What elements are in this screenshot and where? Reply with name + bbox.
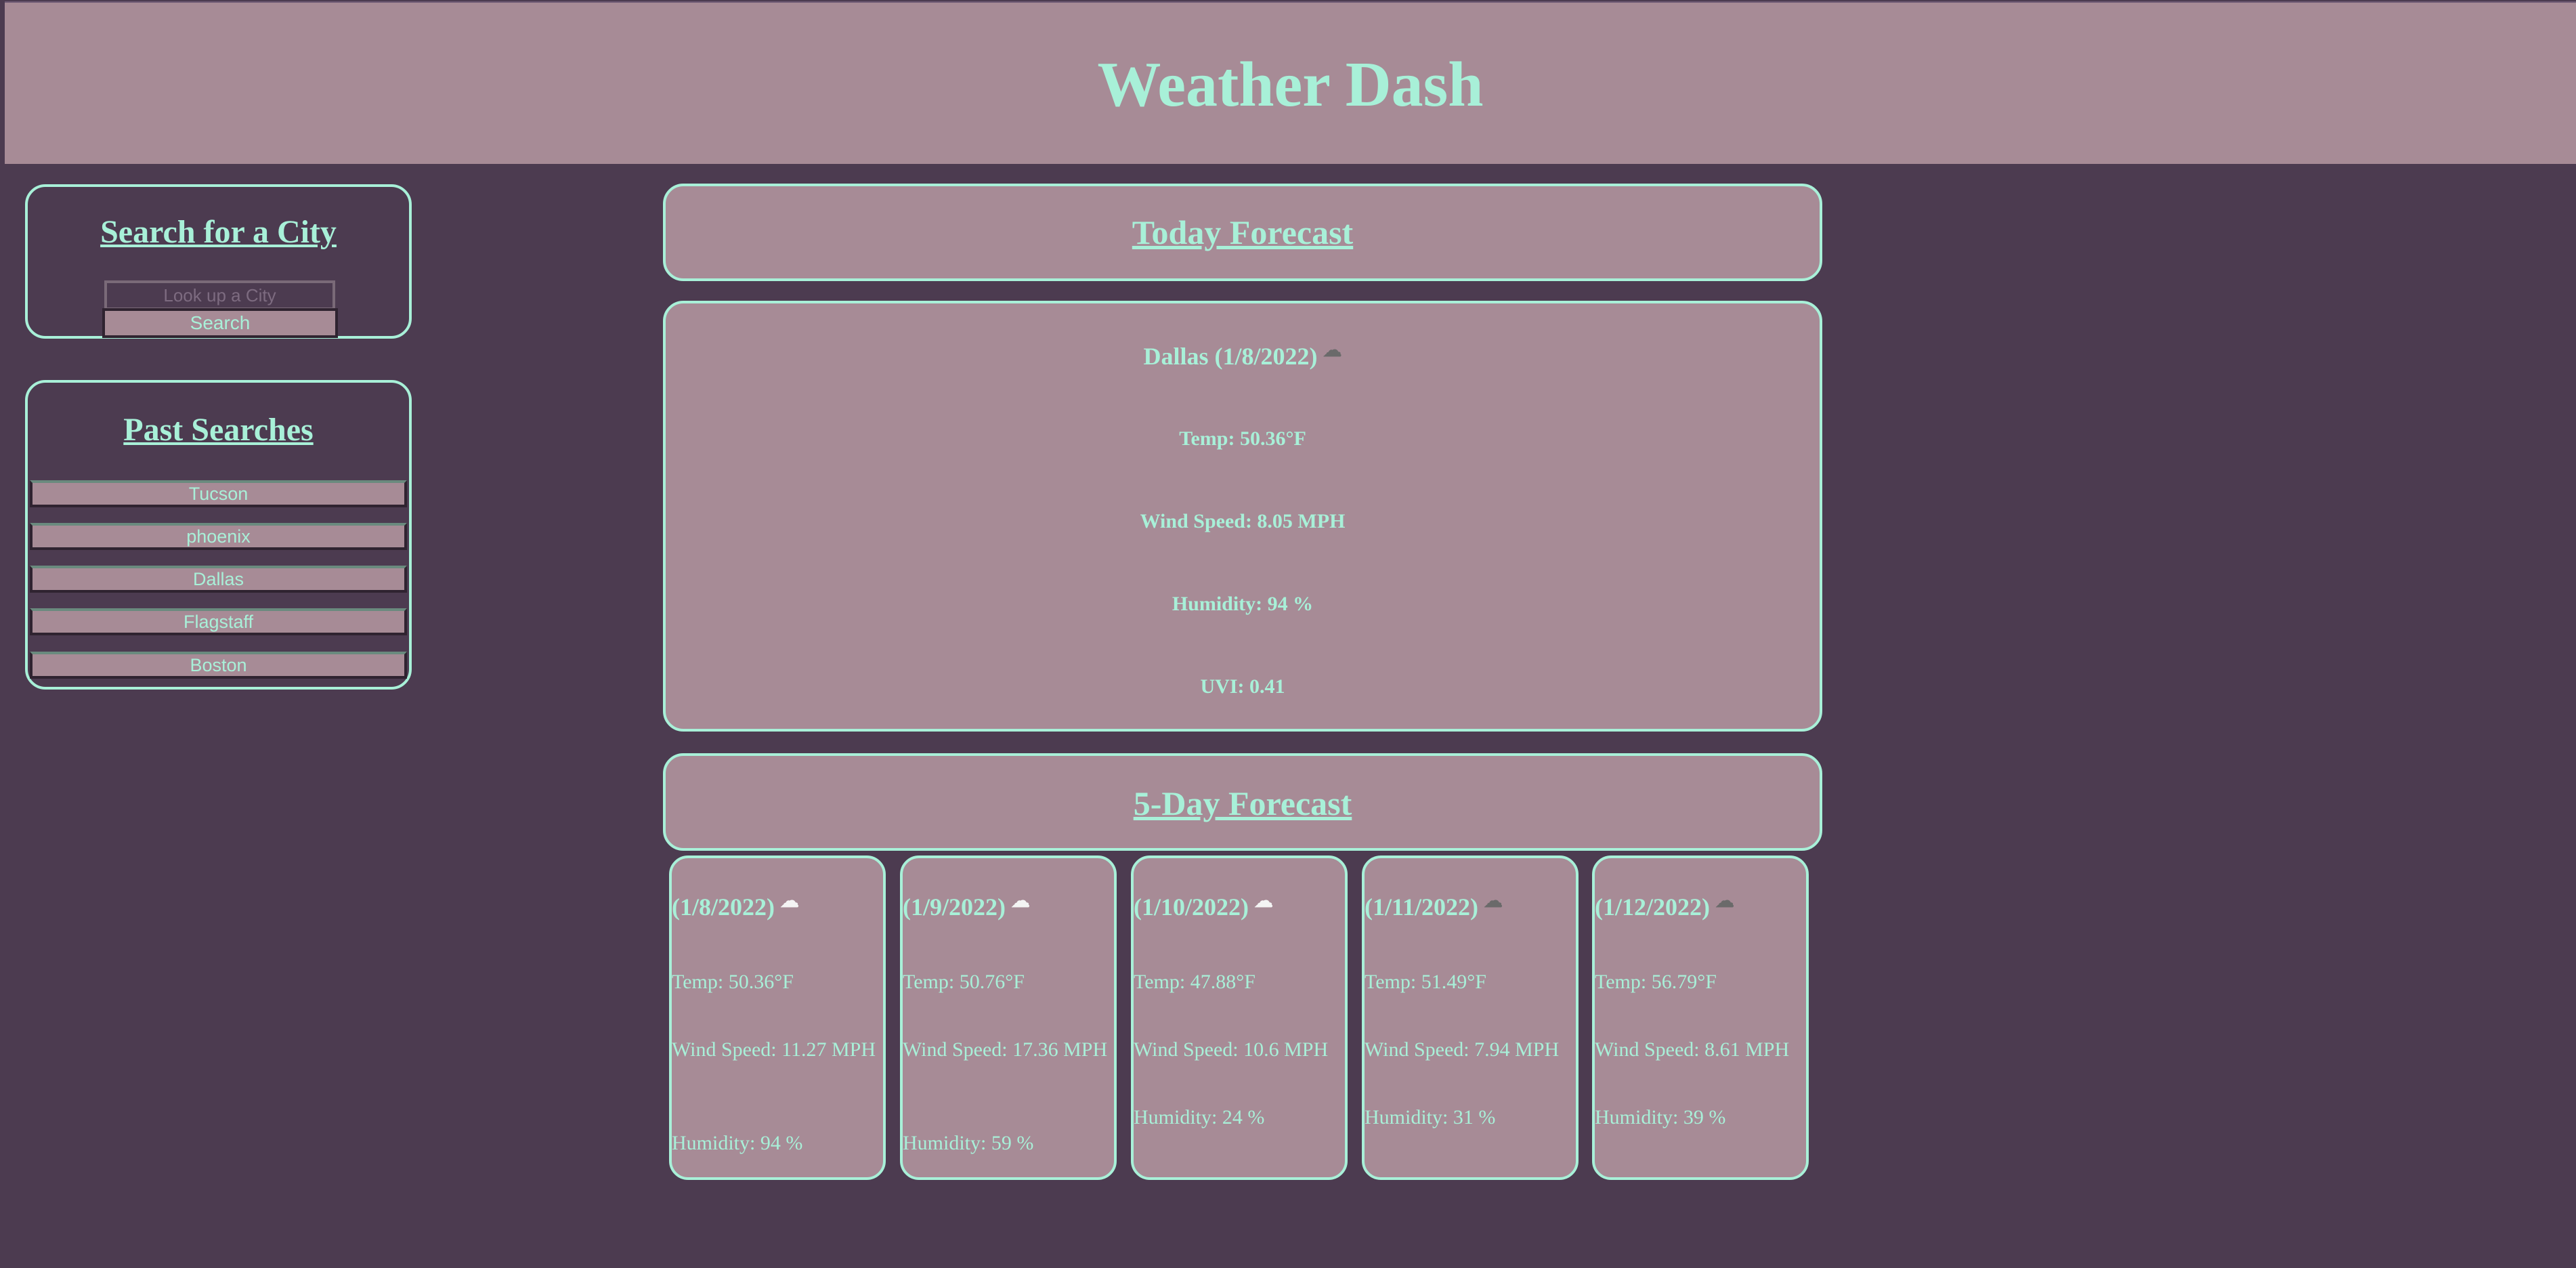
cloud-icon: ☁ (1323, 340, 1342, 361)
current-temp: Temp: 50.36°F (1179, 427, 1306, 450)
current-humidity: Humidity: 94 % (1172, 593, 1314, 615)
forecast-humidity: Humidity: 59 % (903, 1132, 1034, 1154)
cloud-icon: ☁ (1253, 891, 1273, 912)
current-city-date: Dallas (1/8/2022) (1143, 343, 1318, 370)
forecast-temp: Temp: 50.76°F (903, 971, 1025, 993)
forecast-wind-speed: Wind Speed: 10.6 MPH (1134, 1038, 1329, 1061)
past-search-button-tucson[interactable]: Tucson (30, 480, 407, 507)
forecast-temp: Temp: 50.36°F (672, 971, 794, 993)
cloud-icon: ☁ (1484, 891, 1503, 912)
forecast-day-card: (1/9/2022) ☁ Temp: 50.76°F Wind Speed: 17… (900, 855, 1117, 1180)
forecast-day-date-row: (1/11/2022) ☁ (1365, 892, 1503, 922)
today-forecast-header: Today Forecast (663, 184, 1822, 281)
forecast-wind-speed: Wind Speed: 17.36 MPH (903, 1038, 1108, 1061)
forecast-day-card: (1/12/2022) ☁ Temp: 56.79°F Wind Speed: 8… (1592, 855, 1809, 1180)
forecast-date: (1/10/2022) (1134, 893, 1249, 921)
five-day-forecast-header: 5-Day Forecast (663, 753, 1822, 851)
past-searches-panel: Past Searches Tucson phoenix Dallas Flag… (25, 380, 412, 690)
forecast-wind-speed: Wind Speed: 11.27 MPH (672, 1038, 876, 1061)
current-weather-card: Dallas (1/8/2022) ☁ Temp: 50.36°F Wind Sp… (663, 301, 1822, 732)
forecast-day-card: (1/8/2022) ☁ Temp: 50.36°F Wind Speed: 11… (669, 855, 886, 1180)
app-header: Weather Dash (5, 1, 2576, 164)
forecast-day-card: (1/10/2022) ☁ Temp: 47.88°F Wind Speed: 1… (1131, 855, 1348, 1180)
forecast-day-date-row: (1/12/2022) ☁ (1595, 892, 1734, 922)
forecast-date: (1/11/2022) (1365, 893, 1478, 921)
forecast-humidity: Humidity: 94 % (672, 1132, 803, 1154)
cloud-icon: ☁ (779, 891, 799, 912)
current-wind-speed: Wind Speed: 8.05 MPH (1140, 510, 1346, 532)
cloud-icon: ☁ (1715, 891, 1734, 912)
forecast-date: (1/8/2022) (672, 893, 775, 921)
forecast-day-card: (1/11/2022) ☁ Temp: 51.49°F Wind Speed: 7… (1362, 855, 1579, 1180)
forecast-day-date-row: (1/9/2022) ☁ (903, 892, 1030, 922)
forecast-wind-speed: Wind Speed: 7.94 MPH (1365, 1038, 1560, 1061)
forecast-date: (1/9/2022) (903, 893, 1006, 921)
past-search-button-phoenix[interactable]: phoenix (30, 523, 407, 550)
forecast-temp: Temp: 51.49°F (1365, 971, 1486, 993)
today-forecast-heading: Today Forecast (1132, 213, 1354, 251)
forecast-humidity: Humidity: 31 % (1365, 1106, 1496, 1128)
forecast-humidity: Humidity: 24 % (1134, 1106, 1265, 1128)
forecast-temp: Temp: 47.88°F (1134, 971, 1255, 993)
search-panel: Search for a City Search (25, 184, 412, 339)
current-uvi: UVI: 0.41 (1200, 675, 1285, 698)
forecast-temp: Temp: 56.79°F (1595, 971, 1717, 993)
cloud-icon: ☁ (1010, 891, 1030, 912)
past-searches-heading: Past Searches (123, 412, 314, 448)
current-weather-title: Dallas (1/8/2022) ☁ (666, 341, 1820, 371)
five-day-forecast-heading: 5-Day Forecast (1133, 784, 1352, 822)
forecast-day-date-row: (1/10/2022) ☁ (1134, 892, 1273, 922)
search-button[interactable]: Search (102, 308, 338, 338)
forecast-wind-speed: Wind Speed: 8.61 MPH (1595, 1038, 1790, 1061)
app-title: Weather Dash (1097, 49, 1484, 120)
forecast-humidity: Humidity: 39 % (1595, 1106, 1726, 1128)
past-search-button-boston[interactable]: Boston (30, 652, 407, 679)
past-search-button-flagstaff[interactable]: Flagstaff (30, 608, 407, 635)
city-search-input[interactable] (104, 280, 335, 310)
past-search-button-dallas[interactable]: Dallas (30, 566, 407, 593)
forecast-day-date-row: (1/8/2022) ☁ (672, 892, 799, 922)
forecast-date: (1/12/2022) (1595, 893, 1710, 921)
search-heading: Search for a City (100, 214, 337, 250)
